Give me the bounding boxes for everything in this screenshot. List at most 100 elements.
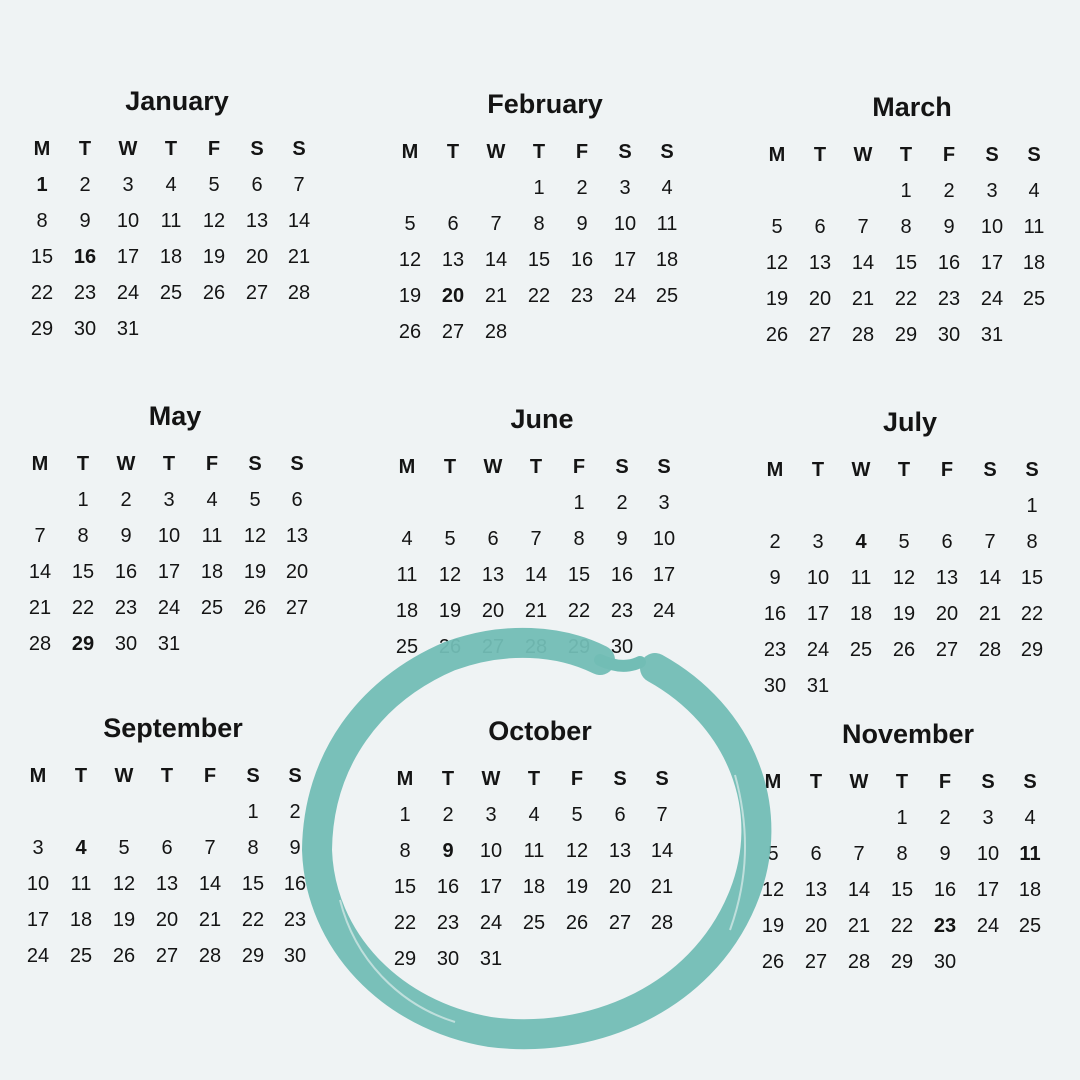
day-cell[interactable]: 27 — [237, 278, 277, 308]
day-cell[interactable]: 26 — [194, 278, 234, 308]
day-cell[interactable]: 3 — [108, 170, 148, 200]
day-cell[interactable]: 2 — [925, 803, 965, 833]
day-cell[interactable]: 8 — [63, 521, 103, 551]
day-cell[interactable]: 20 — [600, 872, 640, 902]
day-cell[interactable]: 19 — [757, 284, 797, 314]
day-cell[interactable]: 9 — [106, 521, 146, 551]
day-cell[interactable]: 8 — [385, 836, 425, 866]
day-cell[interactable]: 18 — [192, 557, 232, 587]
day-cell[interactable]: 13 — [800, 248, 840, 278]
day-cell[interactable]: 17 — [644, 560, 684, 590]
day-cell[interactable]: 31 — [108, 314, 148, 344]
day-cell[interactable]: 24 — [644, 596, 684, 626]
day-cell[interactable]: 27 — [927, 635, 967, 665]
day-cell[interactable]: 18 — [647, 245, 687, 275]
day-cell[interactable]: 21 — [516, 596, 556, 626]
day-cell[interactable]: 17 — [18, 905, 58, 935]
day-cell[interactable]: 20 — [473, 596, 513, 626]
day-cell[interactable]: 13 — [237, 206, 277, 236]
day-cell[interactable]: 19 — [194, 242, 234, 272]
day-cell[interactable]: 9 — [562, 209, 602, 239]
day-cell[interactable]: 16 — [929, 248, 969, 278]
day-cell[interactable]: 24 — [108, 278, 148, 308]
day-cell[interactable]: 18 — [1014, 248, 1054, 278]
day-cell[interactable]: 10 — [798, 563, 838, 593]
day-cell[interactable]: 10 — [644, 524, 684, 554]
day-cell[interactable]: 8 — [886, 212, 926, 242]
day-cell[interactable]: 28 — [279, 278, 319, 308]
day-cell[interactable]: 10 — [108, 206, 148, 236]
day-cell[interactable]: 6 — [147, 833, 187, 863]
day-cell[interactable]: 6 — [277, 485, 317, 515]
day-cell[interactable]: 25 — [1014, 284, 1054, 314]
day-cell[interactable]: 21 — [279, 242, 319, 272]
day-cell[interactable]: 11 — [387, 560, 427, 590]
day-cell[interactable]: 11 — [841, 563, 881, 593]
day-cell[interactable]: 4 — [1014, 176, 1054, 206]
day-cell[interactable]: 9 — [929, 212, 969, 242]
day-cell[interactable]: 30 — [275, 941, 315, 971]
day-cell[interactable]: 10 — [605, 209, 645, 239]
day-cell[interactable]: 30 — [106, 629, 146, 659]
day-cell[interactable]: 20 — [796, 911, 836, 941]
day-cell[interactable]: 23 — [65, 278, 105, 308]
day-cell[interactable]: 14 — [516, 560, 556, 590]
day-cell[interactable]: 4 — [61, 833, 101, 863]
day-cell[interactable]: 19 — [753, 911, 793, 941]
day-cell[interactable]: 3 — [605, 173, 645, 203]
day-cell[interactable]: 22 — [63, 593, 103, 623]
day-cell[interactable]: 17 — [972, 248, 1012, 278]
day-cell[interactable]: 17 — [798, 599, 838, 629]
day-cell[interactable]: 31 — [798, 671, 838, 701]
day-cell[interactable]: 6 — [237, 170, 277, 200]
day-cell[interactable]: 14 — [642, 836, 682, 866]
day-cell[interactable]: 9 — [65, 206, 105, 236]
day-cell[interactable]: 23 — [275, 905, 315, 935]
day-cell[interactable]: 21 — [476, 281, 516, 311]
day-cell[interactable]: 21 — [843, 284, 883, 314]
day-cell[interactable]: 14 — [190, 869, 230, 899]
day-cell[interactable]: 22 — [559, 596, 599, 626]
day-cell[interactable]: 19 — [884, 599, 924, 629]
day-cell[interactable]: 11 — [647, 209, 687, 239]
day-cell[interactable]: 14 — [476, 245, 516, 275]
day-cell[interactable]: 12 — [235, 521, 275, 551]
day-cell[interactable]: 3 — [18, 833, 58, 863]
day-cell[interactable]: 8 — [1012, 527, 1052, 557]
day-cell[interactable]: 1 — [882, 803, 922, 833]
day-cell[interactable]: 11 — [1014, 212, 1054, 242]
day-cell[interactable]: 24 — [972, 284, 1012, 314]
day-cell[interactable]: 4 — [514, 800, 554, 830]
day-cell[interactable]: 17 — [108, 242, 148, 272]
day-cell[interactable]: 23 — [106, 593, 146, 623]
day-cell[interactable]: 13 — [796, 875, 836, 905]
day-cell[interactable]: 5 — [753, 839, 793, 869]
day-cell[interactable]: 23 — [929, 284, 969, 314]
day-cell[interactable]: 18 — [1010, 875, 1050, 905]
day-cell[interactable]: 6 — [800, 212, 840, 242]
day-cell[interactable]: 16 — [65, 242, 105, 272]
day-cell[interactable]: 24 — [18, 941, 58, 971]
day-cell[interactable]: 19 — [390, 281, 430, 311]
day-cell[interactable]: 1 — [886, 176, 926, 206]
day-cell[interactable]: 11 — [151, 206, 191, 236]
day-cell[interactable]: 20 — [237, 242, 277, 272]
day-cell[interactable]: 26 — [884, 635, 924, 665]
day-cell[interactable]: 13 — [473, 560, 513, 590]
day-cell[interactable]: 27 — [600, 908, 640, 938]
day-cell[interactable]: 24 — [605, 281, 645, 311]
day-cell[interactable]: 26 — [235, 593, 275, 623]
day-cell[interactable]: 5 — [884, 527, 924, 557]
day-cell[interactable]: 16 — [275, 869, 315, 899]
day-cell[interactable]: 7 — [20, 521, 60, 551]
day-cell[interactable]: 23 — [602, 596, 642, 626]
day-cell[interactable]: 7 — [279, 170, 319, 200]
day-cell[interactable]: 11 — [514, 836, 554, 866]
day-cell[interactable]: 15 — [886, 248, 926, 278]
day-cell[interactable]: 31 — [149, 629, 189, 659]
day-cell[interactable]: 9 — [602, 524, 642, 554]
day-cell[interactable]: 18 — [514, 872, 554, 902]
day-cell[interactable]: 27 — [433, 317, 473, 347]
day-cell[interactable]: 20 — [800, 284, 840, 314]
day-cell[interactable]: 22 — [233, 905, 273, 935]
